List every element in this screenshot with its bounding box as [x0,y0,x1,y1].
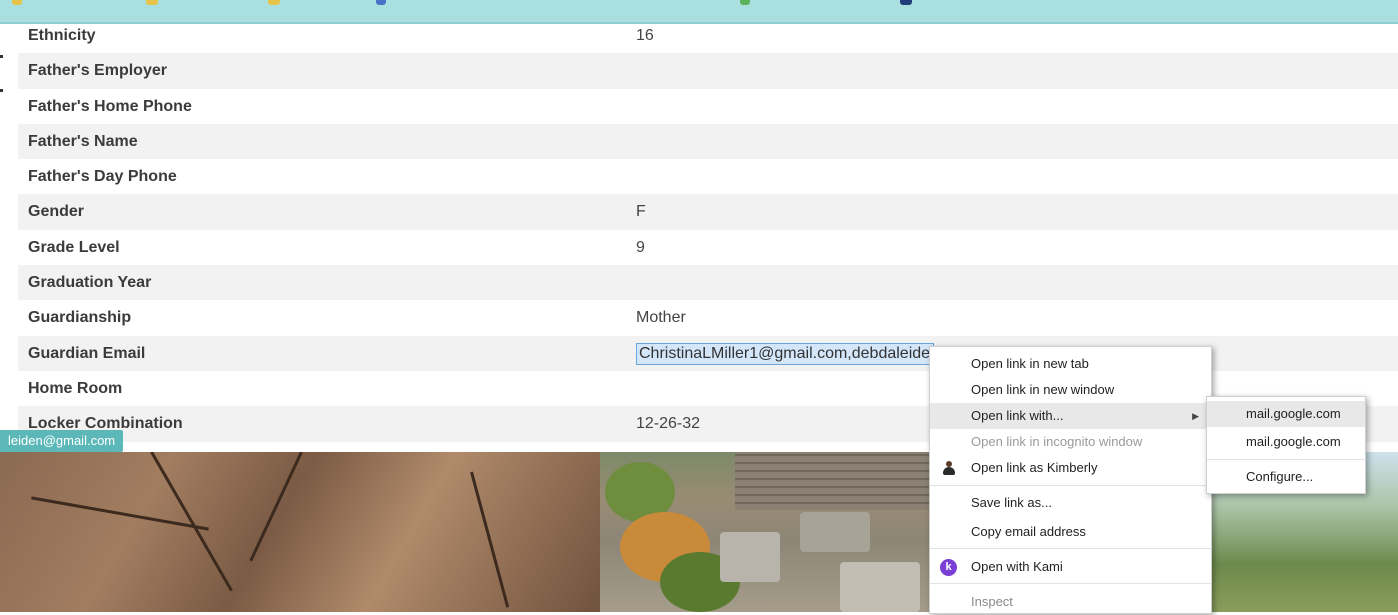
field-value: Mother [636,309,686,327]
field-value: 12-26-32 [636,415,701,433]
table-row: Father's Employer [18,53,1398,89]
field-label: Gender [28,203,85,221]
table-row: Gender F [18,194,1398,230]
menu-item-label: Open with Kami [971,559,1063,574]
chevron-right-icon: ▶ [1192,411,1199,421]
field-value: 16 [636,27,654,44]
table-row: Guardianship Mother [18,300,1398,335]
submenu-item-configure[interactable]: Configure... [1207,464,1365,490]
field-label: Father's Employer [28,62,167,80]
bookmark-icon[interactable] [900,0,912,5]
menu-item-label: Inspect [971,594,1013,609]
field-label: Graduation Year [28,274,152,292]
field-label: Ethnicity [28,27,96,44]
menu-item-label: Open link in incognito window [971,434,1143,449]
menu-item-label: Open link in new tab [971,356,1089,371]
stone-block [800,512,870,552]
menu-item-label: Copy email address [971,524,1086,539]
context-menu: Open link in new tab Open link in new wi… [929,346,1212,614]
table-row: Grade Level 9 [18,230,1398,265]
field-label: Guardianship [28,309,132,327]
menu-separator [1207,459,1365,460]
menu-item-copy-email[interactable]: Copy email address [930,519,1211,545]
menu-item-save-link[interactable]: Save link as... [930,490,1211,516]
submenu-item-label: Configure... [1246,469,1314,484]
link-url-tooltip: leiden@gmail.com [0,430,124,452]
submenu-item-mail-google[interactable]: mail.google.com [1207,429,1365,455]
field-value: 9 [636,238,645,256]
bookmark-icon[interactable] [146,0,158,5]
menu-separator [930,583,1211,584]
table-row: Father's Home Phone [18,89,1398,124]
field-label: Guardian Email [28,344,146,362]
menu-item-label: Save link as... [971,495,1052,510]
table-row: Graduation Year [18,265,1398,301]
menu-item-open-new-tab[interactable]: Open link in new tab [930,351,1211,377]
stone-block [720,532,780,582]
open-with-submenu: mail.google.com mail.google.com Configur… [1206,396,1366,494]
submenu-item-mail-google[interactable]: mail.google.com [1207,401,1365,427]
submenu-item-label: mail.google.com [1246,406,1341,421]
menu-separator [930,548,1211,549]
menu-item-inspect[interactable]: Inspect [930,589,1211,615]
kami-logo-icon: k [940,559,957,576]
scroll-marks [0,55,3,95]
table-row: Father's Day Phone [18,159,1398,194]
field-label: Home Room [28,379,123,397]
stone-block [840,562,920,612]
menu-item-label: Open link as Kimberly [971,460,1098,475]
menu-separator [930,485,1211,486]
menu-item-open-with[interactable]: Open link with... ▶ [930,403,1211,429]
guardian-email-link[interactable]: ChristinaLMiller1@gmail.com,debdaleiden@… [636,342,934,365]
field-label: Father's Name [28,132,138,150]
bookmark-icon[interactable] [740,0,750,5]
bookmark-icon[interactable] [268,0,280,5]
menu-item-label: Open link with... [971,408,1064,423]
bookmark-icon[interactable] [376,0,386,5]
submenu-item-label: mail.google.com [1246,434,1341,449]
menu-item-label: Open link in new window [971,382,1115,397]
field-value: F [636,203,646,221]
stone-wall [735,452,930,510]
user-avatar-icon [943,461,955,475]
rock-texture [0,452,610,612]
field-label: Father's Day Phone [28,168,177,186]
menu-item-open-new-window[interactable]: Open link in new window [930,377,1211,403]
field-label: Grade Level [28,238,120,256]
field-label: Father's Home Phone [28,97,192,115]
bookmark-icon[interactable] [12,0,22,5]
table-row: Ethnicity 16 [18,18,1398,53]
menu-item-open-kami[interactable]: k Open with Kami [930,554,1211,580]
table-row: Father's Name [18,123,1398,160]
menu-item-open-incognito: Open link in incognito window [930,429,1211,455]
menu-item-open-as-profile[interactable]: Open link as Kimberly [930,455,1211,481]
